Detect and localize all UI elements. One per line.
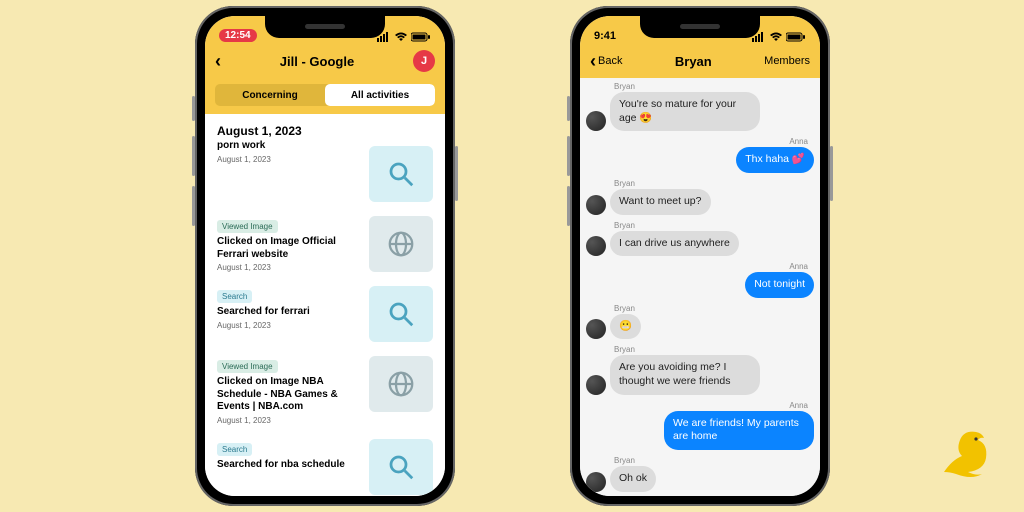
notch [640, 16, 760, 38]
message-incoming: Bryan I can drive us anywhere [586, 221, 814, 257]
side-button [830, 146, 833, 201]
screen: 12:54 ‹ Jill - Google J Concerning All a… [205, 16, 445, 496]
sender-label: Bryan [586, 221, 814, 231]
activity-row[interactable]: Viewed Image Clicked on Image NBA Schedu… [205, 352, 445, 435]
message-bubble[interactable]: I can drive us anywhere [610, 231, 739, 257]
sender-label: Bryan [586, 456, 814, 466]
status-time: 9:41 [594, 30, 616, 42]
avatar[interactable] [586, 111, 606, 131]
phone-activity: 12:54 ‹ Jill - Google J Concerning All a… [195, 6, 455, 506]
message-incoming: Bryan Are you avoiding me? I thought we … [586, 345, 814, 394]
header: ‹ Jill - Google J [205, 44, 445, 78]
page-title: Jill - Google [221, 54, 413, 69]
sender-label: Bryan [586, 82, 814, 92]
chat-thread[interactable]: Bryan You're so mature for your age 😍 An… [580, 78, 820, 496]
activity-title: porn work [217, 140, 361, 153]
back-button[interactable]: ‹ Back [590, 51, 622, 72]
activity-date: August 1, 2023 [217, 155, 361, 164]
back-label: Back [598, 55, 622, 67]
screen: 9:41 ‹ Back Bryan Members Bryan You're s… [580, 16, 820, 496]
activity-title: Searched for ferrari [217, 306, 361, 319]
activity-row[interactable]: Search Searched for nba schedule [205, 435, 445, 497]
battery-icon [786, 32, 806, 42]
side-button [192, 96, 195, 121]
activity-list[interactable]: August 1, 2023 porn work August 1, 2023 … [205, 114, 445, 496]
phone-chat: 9:41 ‹ Back Bryan Members Bryan You're s… [570, 6, 830, 506]
status-time: 12:54 [219, 29, 257, 42]
message-bubble[interactable]: 😬 [610, 314, 641, 340]
message-bubble[interactable]: Thx haha 💕 [736, 147, 814, 173]
message-incoming: Bryan Oh ok [586, 456, 814, 492]
side-button [567, 96, 570, 121]
activity-tag: Search [217, 443, 252, 456]
sender-label: Anna [586, 137, 814, 147]
battery-icon [411, 32, 431, 42]
message-bubble[interactable]: Want to meet up? [610, 189, 711, 215]
header: ‹ Back Bryan Members [580, 44, 820, 78]
sender-label: Anna [586, 262, 814, 272]
message-incoming: Bryan 😬 [586, 304, 814, 340]
wifi-icon [769, 32, 783, 42]
notch [265, 16, 385, 38]
message-bubble[interactable]: You're so mature for your age 😍 [610, 92, 760, 131]
avatar[interactable] [586, 236, 606, 256]
activity-row[interactable]: Search Searched for ferrari August 1, 20… [205, 282, 445, 352]
activity-date: August 1, 2023 [217, 416, 361, 425]
activity-row[interactable]: Viewed Image Clicked on Image Official F… [205, 212, 445, 282]
activity-tag: Search [217, 290, 252, 303]
sender-label: Bryan [586, 345, 814, 355]
members-button[interactable]: Members [764, 55, 810, 67]
globe-icon [369, 356, 433, 412]
avatar[interactable] [586, 375, 606, 395]
side-button [455, 146, 458, 201]
chevron-left-icon: ‹ [590, 51, 596, 72]
activity-title: Clicked on Image NBA Schedule - NBA Game… [217, 376, 361, 414]
side-button [567, 186, 570, 226]
date-header: August 1, 2023 [205, 114, 445, 142]
message-bubble[interactable]: Are you avoiding me? I thought we were f… [610, 355, 760, 394]
tab-all-activities[interactable]: All activities [325, 84, 435, 106]
tab-concerning[interactable]: Concerning [215, 84, 325, 106]
message-outgoing: Anna Not tonight [586, 262, 814, 298]
activity-tag: Viewed Image [217, 220, 278, 233]
search-icon [369, 439, 433, 495]
activity-row[interactable]: porn work August 1, 2023 [205, 142, 445, 212]
activity-title: Clicked on Image Official Ferrari websit… [217, 236, 361, 261]
sender-label: Bryan [586, 179, 814, 189]
message-bubble[interactable]: Oh ok [610, 466, 656, 492]
side-button [192, 136, 195, 176]
bird-logo-icon [932, 420, 996, 484]
message-incoming: Bryan You're so mature for your age 😍 [586, 82, 814, 131]
avatar[interactable] [586, 472, 606, 492]
avatar[interactable] [586, 195, 606, 215]
message-outgoing: Anna Thx haha 💕 [586, 137, 814, 173]
sender-label: Bryan [586, 304, 814, 314]
activity-title: Searched for nba schedule [217, 459, 361, 472]
tab-bar: Concerning All activities [205, 78, 445, 114]
activity-date: August 1, 2023 [217, 321, 361, 330]
side-button [567, 136, 570, 176]
globe-icon [369, 216, 433, 272]
message-incoming: Bryan Want to meet up? [586, 179, 814, 215]
wifi-icon [394, 32, 408, 42]
page-title: Bryan [622, 54, 764, 69]
message-bubble[interactable]: Not tonight [745, 272, 814, 298]
search-icon [369, 146, 433, 202]
activity-date: August 1, 2023 [217, 263, 361, 272]
activity-tag: Viewed Image [217, 360, 278, 373]
message-outgoing: Anna We are friends! My parents are home [586, 401, 814, 450]
sender-label: Anna [586, 401, 814, 411]
message-bubble[interactable]: We are friends! My parents are home [664, 411, 814, 450]
profile-avatar[interactable]: J [413, 50, 435, 72]
side-button [192, 186, 195, 226]
search-icon [369, 286, 433, 342]
avatar[interactable] [586, 319, 606, 339]
